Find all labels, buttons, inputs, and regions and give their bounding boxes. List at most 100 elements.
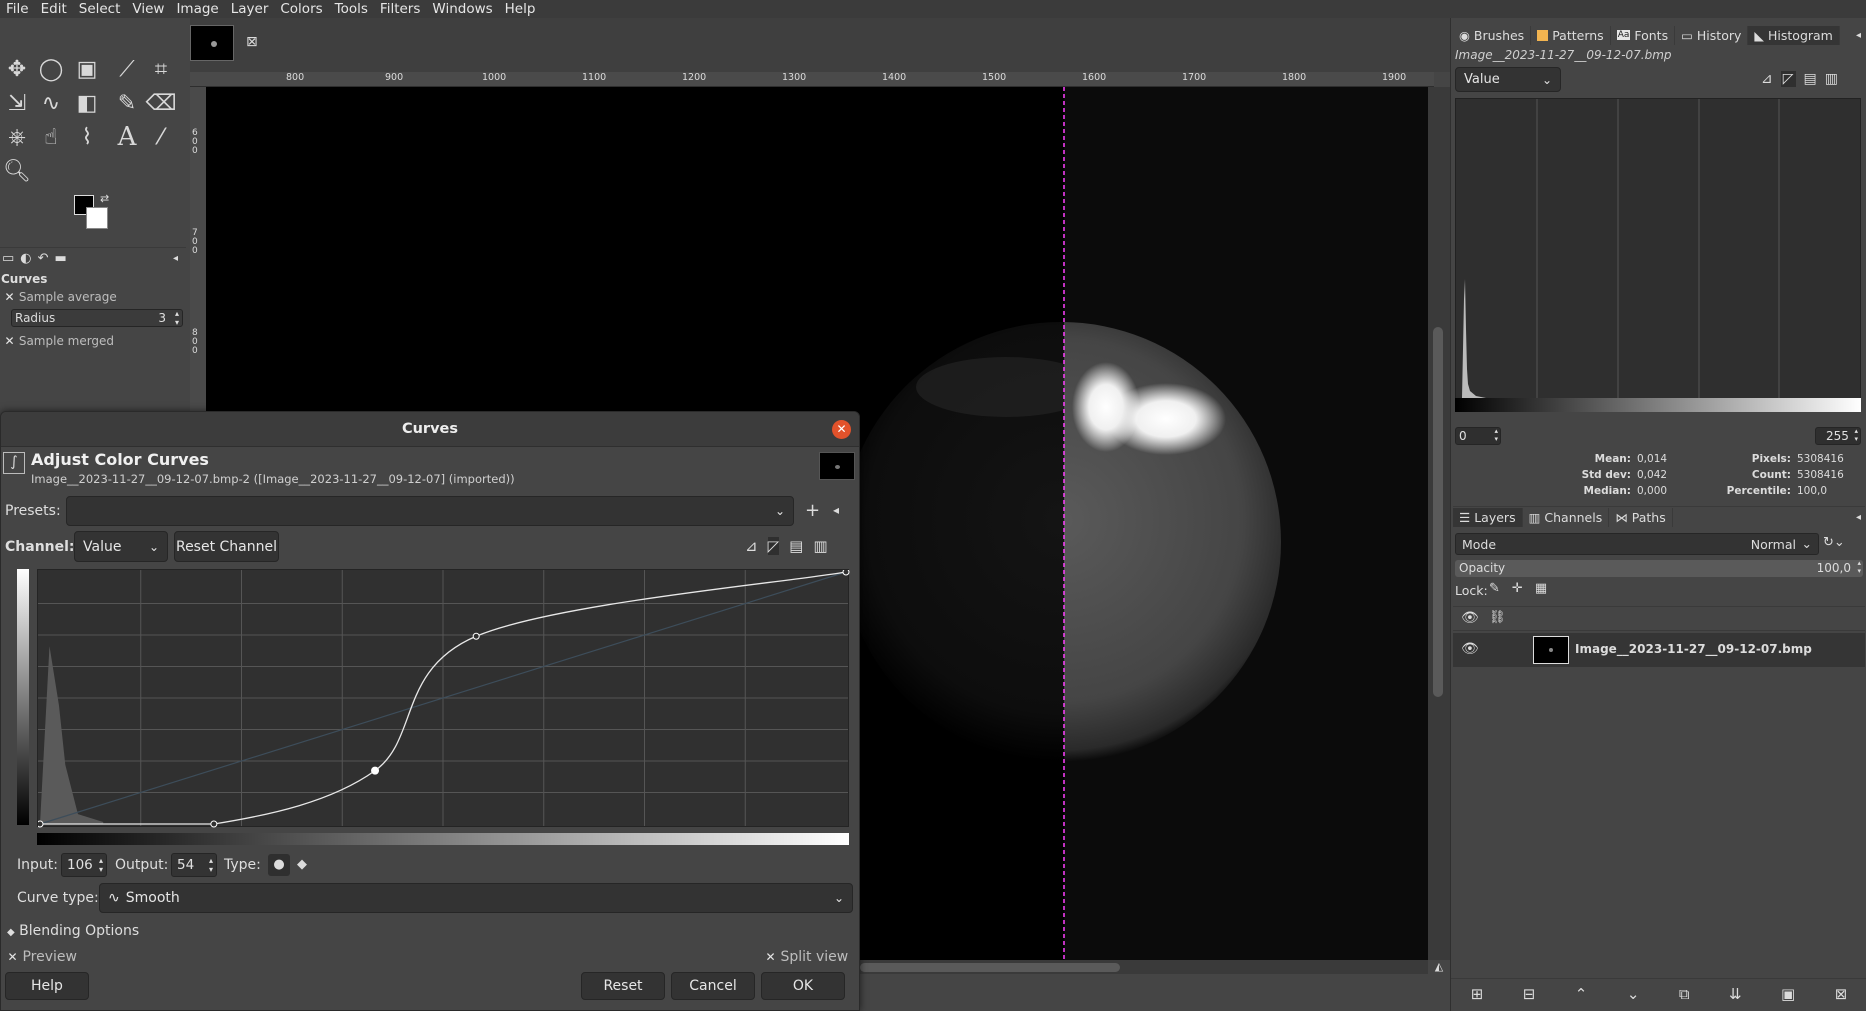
menu-file[interactable]: File [0, 0, 35, 18]
menu-colors[interactable]: Colors [274, 0, 328, 18]
smudge-icon[interactable]: ☝ [36, 122, 66, 152]
output-field[interactable]: 54 ▴ ▾ [171, 853, 217, 877]
smooth-point-icon[interactable]: ● [268, 854, 290, 876]
ellipse-select-icon[interactable]: ◯ [36, 54, 66, 84]
swap-colors-icon[interactable]: ⇄ [100, 192, 109, 205]
warp-transform-icon[interactable]: ∿ [36, 88, 66, 118]
menu-windows[interactable]: Windows [426, 0, 498, 18]
new-layer-icon[interactable]: ⊞ [1471, 985, 1484, 1003]
reset-button[interactable]: Reset [581, 972, 665, 1000]
preset-menu-icon[interactable]: ◂ [833, 503, 839, 517]
configure-layers-tab-icon[interactable]: ◂ [1856, 512, 1861, 523]
unified-transform-icon[interactable]: ⇲ [2, 88, 32, 118]
image-tab-thumbnail[interactable] [190, 25, 234, 61]
text-tool-icon[interactable]: A [112, 122, 142, 152]
duplicate-layer-icon[interactable]: ⧉ [1679, 985, 1690, 1003]
tab-paths[interactable]: ⋈ Paths [1609, 508, 1673, 527]
layer-mode-select[interactable]: Mode Normal ⌄ [1455, 533, 1819, 555]
color-picker-icon[interactable]: ⁄ [146, 122, 176, 152]
fuzzy-select-icon[interactable]: ⟋ [112, 54, 142, 84]
input-field[interactable]: 106 ▴ ▾ [61, 853, 107, 877]
tab-brushes[interactable]: ◉ Brushes [1453, 25, 1532, 45]
foreground-select-icon[interactable]: ▣ [72, 54, 102, 84]
close-dialog-icon[interactable]: ✕ [832, 420, 851, 439]
tab-channels[interactable]: ▥ Channels [1523, 508, 1610, 527]
help-button[interactable]: Help [5, 972, 89, 1000]
reset-channel-button[interactable]: Reset Channel [174, 531, 279, 562]
log-scale-icon[interactable]: ◸ [1780, 71, 1796, 87]
lock-pixels-icon[interactable]: ✎ [1489, 581, 1500, 596]
zoom-icon[interactable]: 🔍︎ [2, 156, 32, 186]
tool-options-icon[interactable]: ◐ [20, 251, 31, 266]
reset-mode-icon[interactable]: ↻⌄ [1823, 535, 1845, 550]
blending-options-expander[interactable]: ◆ Blending Options [7, 923, 139, 939]
preview-checkbox[interactable]: ✕ Preview [7, 949, 76, 965]
overlay-view-icon[interactable]: ▤ [789, 537, 803, 555]
menu-help[interactable]: Help [499, 0, 542, 18]
histogram-bars-icon[interactable]: ▥ [1825, 71, 1838, 87]
new-layer-group-icon[interactable]: ⊟ [1523, 985, 1536, 1003]
opacity-slider[interactable]: Opacity 100,0 ▴ ▾ [1455, 559, 1863, 577]
eraser-icon[interactable]: ⌫ [145, 88, 176, 118]
background-color[interactable] [86, 207, 108, 229]
range-min-field[interactable]: 0 ▴ ▾ [1455, 427, 1501, 445]
ok-button[interactable]: OK [761, 972, 845, 1000]
curve-control-point[interactable] [36, 820, 44, 828]
combined-view-icon[interactable]: ▥ [813, 537, 827, 555]
horizontal-scrollbar[interactable] [860, 960, 1428, 974]
crop-icon[interactable]: ⌗ [146, 54, 176, 84]
layer-row[interactable]: 👁︎ Image__2023-11-27__09-12-07.bmp [1453, 633, 1865, 667]
channel-select[interactable]: Value ⌄ [74, 531, 168, 562]
histogram-graph[interactable] [1455, 98, 1861, 399]
curve-graph[interactable] [36, 568, 850, 828]
log-histogram-icon[interactable]: ◸ [767, 537, 780, 555]
lower-layer-icon[interactable]: ⌄ [1627, 985, 1640, 1003]
merge-down-icon[interactable]: ⇊ [1729, 985, 1742, 1003]
curve-control-point[interactable] [210, 820, 218, 828]
clone-icon[interactable]: ⎈ [2, 122, 32, 152]
tab-histogram[interactable]: ◣ Histogram [1748, 25, 1840, 45]
linear-histogram-icon[interactable]: ⊿ [745, 537, 758, 555]
add-preset-icon[interactable]: + [805, 500, 820, 521]
menu-tools[interactable]: Tools [329, 0, 374, 18]
delete-layer-icon[interactable]: ⊠ [1835, 985, 1848, 1003]
menu-view[interactable]: View [126, 0, 170, 18]
curve-control-point[interactable] [472, 632, 480, 640]
menu-image[interactable]: Image [170, 0, 224, 18]
paths-icon[interactable]: ⌇ [72, 122, 102, 152]
cancel-button[interactable]: Cancel [671, 972, 755, 1000]
mask-icon[interactable]: ▣ [1781, 985, 1795, 1003]
tab-patterns[interactable]: Patterns [1531, 25, 1611, 45]
layer-visibility-icon[interactable]: 👁︎ [1461, 641, 1479, 657]
range-max-field[interactable]: 255 ▴ ▾ [1815, 427, 1861, 445]
undo-history-icon[interactable]: ↶ [38, 251, 49, 266]
linear-scale-icon[interactable]: ⊿ [1761, 71, 1773, 87]
lock-position-icon[interactable]: ✛ [1512, 581, 1523, 596]
vertical-scrollbar[interactable] [1428, 87, 1450, 960]
histogram-view-icon[interactable]: ▤ [1804, 71, 1817, 87]
configure-tab-icon[interactable]: ◂ [173, 253, 178, 264]
tab-fonts[interactable]: Aa Fonts [1611, 25, 1676, 45]
move-tool-icon[interactable]: ✥ [2, 54, 32, 84]
navigate-icon[interactable]: ◭ [1428, 960, 1450, 974]
curve-control-point[interactable] [842, 568, 850, 576]
histogram-channel-select[interactable]: Value ⌄ [1455, 67, 1561, 92]
paintbrush-icon[interactable]: ✎ [112, 88, 142, 118]
close-tab-icon[interactable]: ⊠ [246, 34, 258, 50]
curve-type-select[interactable]: ∿ Smooth ⌄ [99, 883, 853, 913]
curve-control-point[interactable] [371, 766, 380, 775]
menu-filters[interactable]: Filters [374, 0, 426, 18]
menu-layer[interactable]: Layer [225, 0, 275, 18]
bucket-fill-icon[interactable]: ◧ [72, 88, 102, 118]
tab-history[interactable]: ▭ History [1675, 25, 1749, 45]
tab-layers[interactable]: ☰ Layers [1453, 508, 1523, 527]
sample-average-option[interactable]: ✕ Sample average [4, 290, 116, 304]
device-status-icon[interactable]: ▭ [2, 251, 14, 266]
images-icon[interactable]: ▬ [55, 251, 67, 266]
sample-merged-option[interactable]: ✕ Sample merged [4, 334, 114, 348]
menu-select[interactable]: Select [73, 0, 127, 18]
presets-combo[interactable]: ⌄ [66, 496, 794, 526]
raise-layer-icon[interactable]: ⌃ [1575, 985, 1588, 1003]
menu-edit[interactable]: Edit [35, 0, 73, 18]
configure-tab-icon[interactable]: ◂ [1856, 30, 1861, 41]
